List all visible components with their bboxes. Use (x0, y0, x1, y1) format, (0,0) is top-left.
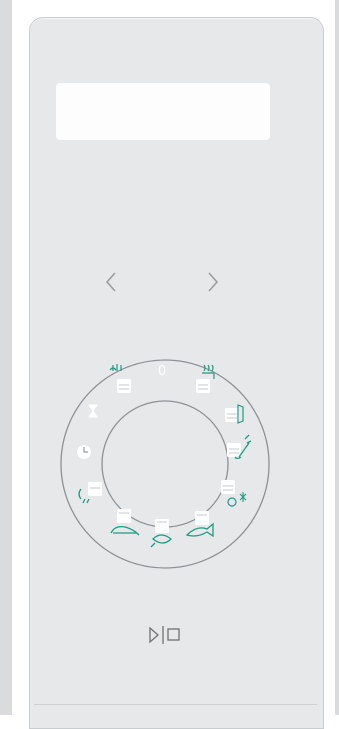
chevron-left-icon (105, 272, 116, 292)
prev-button[interactable] (96, 263, 126, 301)
dial-knob[interactable] (101, 400, 229, 528)
next-button[interactable] (198, 263, 228, 301)
side-strip-left (0, 0, 12, 715)
side-strip-right (335, 0, 339, 715)
dial-zero-label: 0 (157, 364, 167, 379)
start-stop-button[interactable] (144, 620, 186, 650)
start-stop-icon (149, 626, 180, 644)
mode-dial[interactable] (55, 355, 275, 575)
panel-divider (34, 704, 317, 705)
chevron-right-icon (208, 272, 219, 292)
clock-icon[interactable] (77, 445, 91, 459)
display-screen (56, 83, 270, 140)
